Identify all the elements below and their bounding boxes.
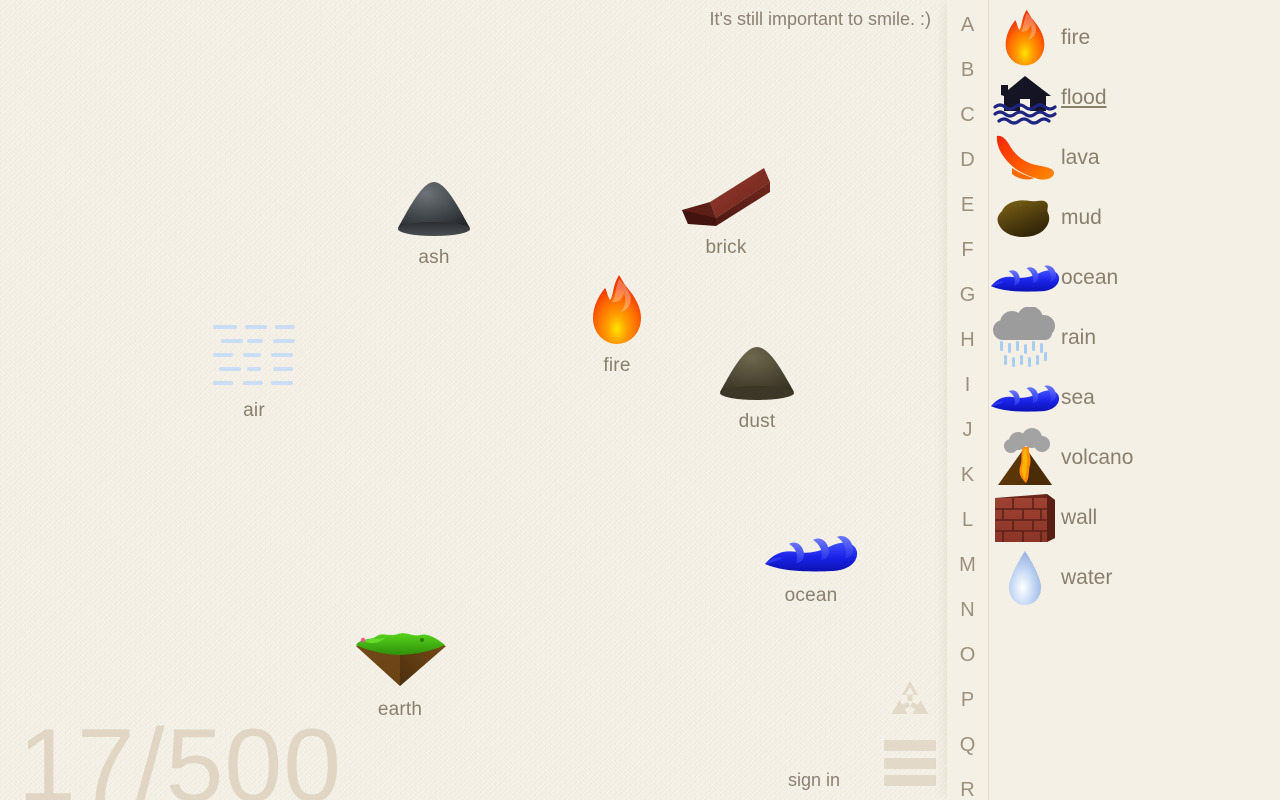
board-item-label: dust xyxy=(738,411,776,432)
alpha-index-c[interactable]: C xyxy=(947,104,988,127)
air-dash xyxy=(213,353,233,357)
library-item-label: ocean xyxy=(1061,266,1119,289)
library-item-label: wall xyxy=(1061,506,1098,529)
earth-island-icon xyxy=(335,604,465,690)
volcano-icon xyxy=(989,428,1061,488)
alpha-index-h[interactable]: H xyxy=(947,329,988,352)
air-dash xyxy=(273,339,295,343)
board-item-label: ocean xyxy=(784,585,838,606)
lava-flow-icon xyxy=(989,128,1061,188)
alphabet-index-column[interactable]: ABCDEFGHIJKLMNOPQ R xyxy=(947,0,989,800)
mud-blob-icon xyxy=(989,188,1061,248)
ocean-wave-icon xyxy=(989,248,1061,308)
library-item-label: flood xyxy=(1061,86,1107,109)
board-item-label: fire xyxy=(603,355,631,376)
air-dash xyxy=(271,353,293,357)
alpha-index-b[interactable]: B xyxy=(947,59,988,82)
library-item-label: fire xyxy=(1061,26,1091,49)
board-item-label: earth xyxy=(377,699,423,720)
flood-house-icon xyxy=(989,68,1061,128)
library-item-rain[interactable]: rain xyxy=(989,307,1280,368)
library-item-wall[interactable]: wall xyxy=(989,488,1280,548)
sea-wave-icon xyxy=(989,368,1061,428)
water-drop-icon xyxy=(989,548,1061,608)
alpha-index-e[interactable]: E xyxy=(947,194,988,217)
board-item-label: air xyxy=(243,400,265,421)
air-dash xyxy=(273,367,293,371)
discovery-counter: 17/500 xyxy=(18,708,343,800)
library-item-label: mud xyxy=(1061,206,1102,229)
library-item-volcano[interactable]: volcano xyxy=(989,428,1280,488)
tagline-text: It's still important to smile. :) xyxy=(709,9,931,29)
alpha-index-p[interactable]: P xyxy=(947,689,988,712)
air-dash xyxy=(213,381,233,385)
board-item-brick[interactable]: brick xyxy=(661,142,791,259)
dust-cone-icon xyxy=(692,316,822,402)
brick-wall-icon xyxy=(989,488,1061,548)
alpha-index-l[interactable]: L xyxy=(947,509,988,532)
library-item-label: volcano xyxy=(1061,446,1134,469)
workspace-canvas[interactable]: It's still important to smile. :) ash br… xyxy=(0,0,947,800)
board-item-air[interactable]: air xyxy=(189,305,319,422)
board-item-ash[interactable]: ash xyxy=(369,152,499,269)
alpha-index-m[interactable]: M xyxy=(947,554,988,577)
air-dash xyxy=(221,339,243,343)
library-item-sea[interactable]: sea xyxy=(989,368,1280,428)
library-item-ocean[interactable]: ocean xyxy=(989,248,1280,308)
air-dash xyxy=(219,367,241,371)
air-dash xyxy=(271,381,293,385)
library-item-flood[interactable]: flood xyxy=(989,68,1280,128)
alpha-index-i[interactable]: I xyxy=(947,374,988,397)
menu-bar xyxy=(884,757,936,769)
alpha-index-r[interactable]: R xyxy=(947,779,988,800)
recycle-icon[interactable] xyxy=(886,678,934,726)
alpha-index-d[interactable]: D xyxy=(947,149,988,172)
board-item-ocean[interactable]: ocean xyxy=(746,490,876,607)
rain-cloud-icon xyxy=(989,307,1061,368)
board-item-label: brick xyxy=(705,237,747,258)
air-dash xyxy=(213,325,237,329)
ash-cone-icon xyxy=(369,152,499,238)
library-sidebar: ABCDEFGHIJKLMNOPQ R fire flood lava mud o… xyxy=(947,0,1280,800)
library-item-mud[interactable]: mud xyxy=(989,188,1280,248)
library-item-label: rain xyxy=(1061,326,1097,349)
library-item-lava[interactable]: lava xyxy=(989,128,1280,188)
hamburger-menu-icon[interactable] xyxy=(884,740,936,786)
library-item-label: lava xyxy=(1061,146,1100,169)
air-dash xyxy=(243,381,263,385)
alpha-index-n[interactable]: N xyxy=(947,599,988,622)
alpha-index-a[interactable]: A xyxy=(947,14,988,37)
library-item-label: sea xyxy=(1061,386,1095,409)
ocean-wave-icon xyxy=(746,490,876,576)
alpha-index-f[interactable]: F xyxy=(947,239,988,262)
alpha-index-g[interactable]: G xyxy=(947,284,988,307)
brick-icon xyxy=(661,142,791,228)
air-dash xyxy=(247,367,261,371)
alpha-index-o[interactable]: O xyxy=(947,644,988,667)
fire-flame-icon xyxy=(989,8,1061,68)
menu-bar xyxy=(884,775,936,786)
sign-in-button[interactable]: sign in xyxy=(788,770,840,791)
air-dash xyxy=(245,325,267,329)
library-item-water[interactable]: water xyxy=(989,548,1280,608)
library-item-fire[interactable]: fire xyxy=(989,8,1280,68)
fire-flame-icon xyxy=(552,260,682,346)
air-dashes-icon xyxy=(189,305,319,391)
alpha-index-q[interactable]: Q xyxy=(947,734,988,757)
air-dash xyxy=(275,325,295,329)
board-item-fire[interactable]: fire xyxy=(552,260,682,377)
air-dash xyxy=(243,353,261,357)
alpha-index-k[interactable]: K xyxy=(947,464,988,487)
board-item-earth[interactable]: earth xyxy=(335,604,465,721)
alpha-index-j[interactable]: J xyxy=(947,419,988,442)
library-item-list[interactable]: fire flood lava mud ocean rain sea volca… xyxy=(989,0,1280,800)
board-item-label: ash xyxy=(418,247,450,268)
board-item-dust[interactable]: dust xyxy=(692,316,822,433)
air-dash xyxy=(247,339,263,343)
library-item-label: water xyxy=(1061,566,1113,589)
menu-bar xyxy=(884,740,936,751)
